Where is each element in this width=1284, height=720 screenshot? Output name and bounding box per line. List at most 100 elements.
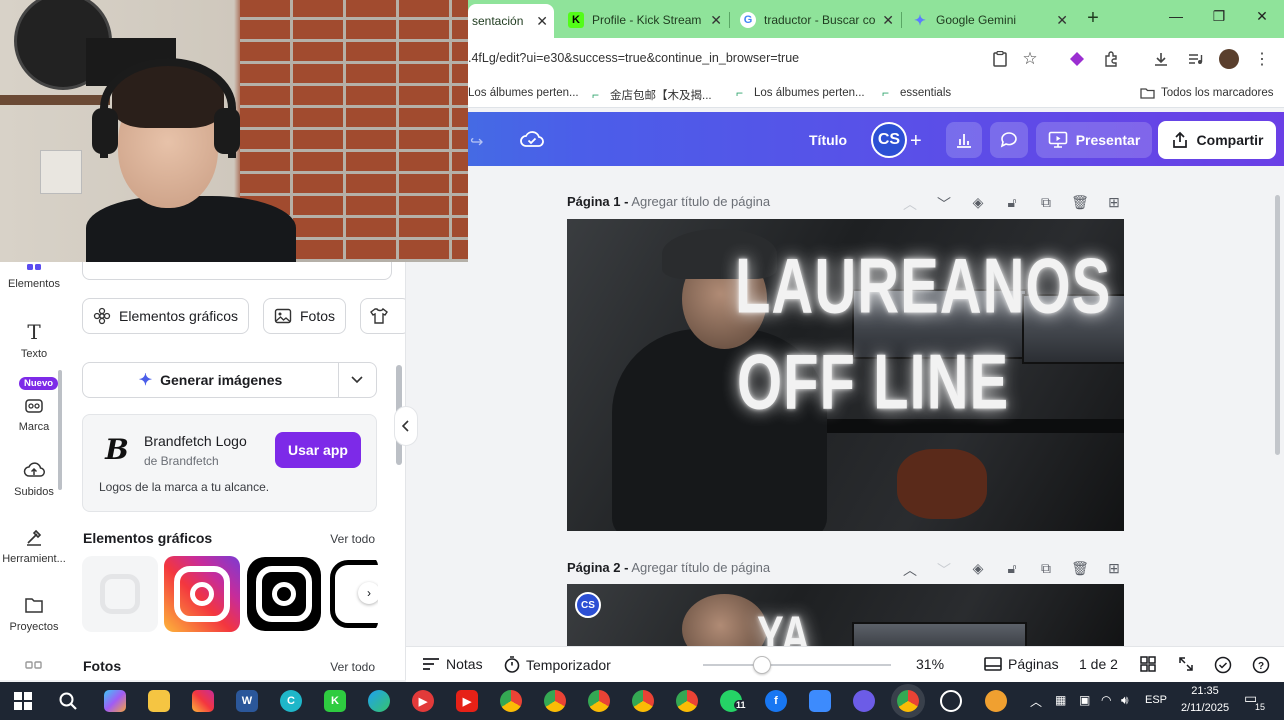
comment-icon[interactable] <box>990 122 1028 158</box>
clock-time[interactable]: 21:35 <box>1180 685 1230 697</box>
page-2-label[interactable]: Página 2 - Agregar título de página <box>567 560 770 575</box>
chevron-up-icon[interactable]: ︿ <box>900 560 920 580</box>
collaborator-avatar[interactable]: CS <box>575 592 601 618</box>
chip-graphics[interactable]: Elementos gráficos <box>82 298 250 334</box>
close-tab-icon[interactable]: ✕ <box>882 12 894 29</box>
collaborator-avatar[interactable]: CS <box>871 122 907 158</box>
chevron-down-icon[interactable]: ﹀ <box>934 194 954 214</box>
graphics-see-all-link[interactable]: Ver todo <box>330 532 375 546</box>
rail-item-projects[interactable]: Proyectos <box>0 593 68 633</box>
add-collaborator-icon[interactable]: + <box>910 130 922 153</box>
search-input[interactable] <box>82 260 392 280</box>
close-tab-icon[interactable]: ✕ <box>536 13 548 30</box>
instagram-app-icon[interactable] <box>192 690 214 712</box>
chrome-icon[interactable] <box>676 690 698 712</box>
bookmark-item[interactable]: ⌐ 金店包邮【木及揭... <box>592 87 712 103</box>
tab-canva[interactable]: sentación ✕ <box>468 4 554 38</box>
apps-grid-icon[interactable] <box>24 660 44 674</box>
cloud-saved-icon[interactable] <box>520 129 544 154</box>
chevron-down-icon[interactable] <box>338 363 376 397</box>
zoom-level[interactable]: 31% <box>916 656 944 672</box>
redo-icon[interactable]: ↪ <box>470 132 483 152</box>
hide-eye-icon[interactable]: ◈ <box>968 560 988 580</box>
tab-kick[interactable]: K Profile - Kick Stream ✕ <box>560 6 728 34</box>
close-tab-icon[interactable]: ✕ <box>710 12 722 29</box>
insights-chart-icon[interactable] <box>946 122 982 158</box>
rail-scrollbar[interactable] <box>58 370 62 490</box>
page-1-label[interactable]: Página 1 - Agregar título de página <box>567 194 770 209</box>
weather-icon[interactable] <box>985 690 1007 712</box>
pages-button[interactable]: Páginas <box>984 656 1059 672</box>
page-title-placeholder[interactable]: Agregar título de página <box>631 194 770 209</box>
slide-page-1[interactable]: LAUREANOS OFF LINE <box>567 219 1124 531</box>
menu-kebab-icon[interactable]: ⋮ <box>1252 49 1272 69</box>
wifi-icon[interactable]: ◠ <box>1101 693 1111 707</box>
extension-diamond-icon[interactable] <box>1067 49 1087 69</box>
all-bookmarks-item[interactable]: Todos los marcadores <box>1140 87 1274 99</box>
slide-title-line2[interactable]: OFF LINE <box>737 337 1009 427</box>
extensions-puzzle-icon[interactable] <box>1101 49 1121 69</box>
close-window-icon[interactable]: ✕ <box>1252 8 1272 25</box>
facebook-icon[interactable]: f <box>765 690 787 712</box>
chrome-icon[interactable] <box>632 690 654 712</box>
fullscreen-icon[interactable] <box>1178 656 1194 672</box>
url-field[interactable]: .4fLg/edit?ui=e30&success=true&continue_… <box>468 51 799 65</box>
lock-icon[interactable]: 🔓︎ <box>1002 560 1022 580</box>
slide-page-2[interactable]: CS YA <box>567 584 1124 646</box>
bookmark-star-icon[interactable]: ☆ <box>1020 49 1040 69</box>
tab-gemini[interactable]: ✦ Google Gemini ✕ <box>904 6 1074 34</box>
slide-title-line1[interactable]: LAUREANOS <box>735 241 1111 331</box>
chip-more[interactable] <box>360 298 405 334</box>
download-icon[interactable] <box>1151 49 1171 69</box>
kick-app-icon[interactable]: K <box>324 690 346 712</box>
profile-avatar[interactable] <box>1219 49 1239 69</box>
chrome-active-icon[interactable] <box>897 690 919 712</box>
zoom-slider-handle[interactable] <box>753 656 771 674</box>
chevron-right-icon[interactable]: › <box>358 582 378 604</box>
rail-item-elements[interactable]: Elementos <box>0 260 68 290</box>
chevron-up-icon[interactable]: ︿ <box>900 194 920 214</box>
collapse-panel-button[interactable] <box>394 406 418 446</box>
share-button[interactable]: Compartir <box>1158 121 1276 159</box>
chevron-down-icon[interactable]: ﹀ <box>934 560 954 580</box>
help-icon[interactable]: ? <box>1252 656 1270 674</box>
youtube-icon[interactable]: ▶ <box>456 690 478 712</box>
brandfetch-app-card[interactable]: B Brandfetch Logo de Brandfetch Usar app… <box>82 414 377 512</box>
lock-icon[interactable]: 🔓︎ <box>1002 194 1022 214</box>
clipboard-icon[interactable] <box>990 49 1010 69</box>
restore-icon[interactable]: ❐ <box>1209 8 1229 25</box>
minimize-icon[interactable]: — <box>1166 8 1186 24</box>
chrome-icon[interactable] <box>588 690 610 712</box>
chrome-icon[interactable] <box>544 690 566 712</box>
bookmark-item[interactable]: ⌐ Los álbumes perten... <box>736 87 865 99</box>
notes-button[interactable]: Notas <box>422 656 483 672</box>
add-page-icon[interactable]: ⊞ <box>1104 560 1124 580</box>
media-controls-icon[interactable] <box>1185 49 1205 69</box>
file-explorer-icon[interactable] <box>148 690 170 712</box>
language-indicator[interactable]: ESP <box>1145 694 1167 706</box>
rail-item-text[interactable]: T Texto <box>0 320 68 360</box>
duplicate-icon[interactable]: ⧉ <box>1036 194 1056 214</box>
grid-view-icon[interactable] <box>1140 656 1156 672</box>
whatsapp-icon[interactable]: 11 <box>720 690 748 712</box>
media-player-icon[interactable]: ▶ <box>412 690 434 712</box>
chip-photos[interactable]: Fotos <box>263 298 347 334</box>
messenger-app-icon[interactable] <box>809 690 831 712</box>
design-title[interactable]: Título <box>809 132 847 148</box>
graphic-thumbnail[interactable] <box>82 556 158 632</box>
timer-button[interactable]: Temporizador <box>504 656 611 673</box>
clock-date[interactable]: 2/11/2025 <box>1176 702 1234 714</box>
delete-icon[interactable]: 🗑︎ <box>1070 194 1090 214</box>
photos-see-all-link[interactable]: Ver todo <box>330 660 375 674</box>
rail-item-tools[interactable]: Herramient... <box>0 525 68 565</box>
graphic-thumbnail[interactable] <box>164 556 240 632</box>
generate-images-button[interactable]: ✦ Generar imágenes <box>83 363 339 397</box>
add-page-icon[interactable]: ⊞ <box>1104 194 1124 214</box>
volume-icon[interactable]: 🔊︎ <box>1121 693 1129 708</box>
copilot-icon[interactable] <box>104 690 126 712</box>
tray-app-icon[interactable]: ▦ <box>1055 693 1066 707</box>
canvas-scrollbar[interactable] <box>1275 195 1280 455</box>
close-tab-icon[interactable]: ✕ <box>1056 12 1068 29</box>
delete-icon[interactable]: 🗑︎ <box>1070 560 1090 580</box>
chrome-icon[interactable] <box>500 690 522 712</box>
